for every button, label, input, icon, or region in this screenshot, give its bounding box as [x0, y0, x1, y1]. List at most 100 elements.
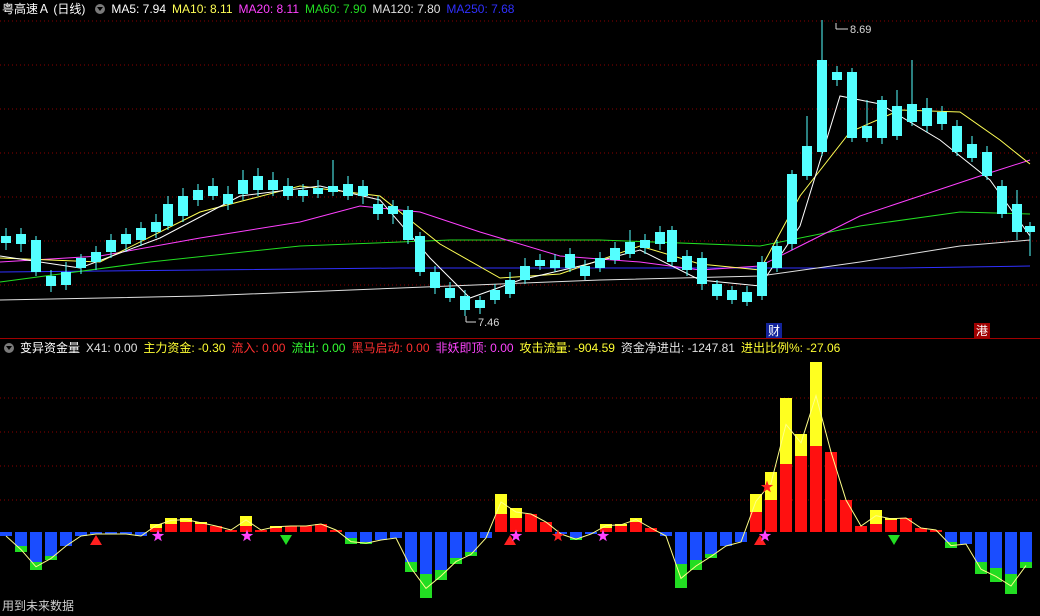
outflow-bar [990, 532, 1002, 568]
candle-body-down [460, 296, 470, 310]
ma-legend-item: MA250: 7.68 [446, 2, 515, 16]
outflow-bar [360, 532, 372, 542]
outflow-extra-bar [30, 562, 42, 570]
down-triangle-signal [280, 535, 292, 545]
ma-line [0, 109, 1031, 279]
candle-body-down [640, 240, 650, 248]
outflow-bar [1020, 532, 1032, 562]
inflow-bar [870, 524, 882, 532]
candle-body-down [328, 186, 338, 192]
candle-body-down [445, 288, 455, 298]
ma-legend-item: MA60: 7.90 [305, 2, 367, 16]
outflow-bar [945, 532, 957, 542]
candle-body-down [610, 248, 620, 260]
outflow-bar [1005, 532, 1017, 574]
outflow-bar [375, 532, 387, 540]
candle-body-down [667, 230, 677, 262]
candle-body-down [1025, 226, 1035, 232]
stock-title[interactable]: 粤高速Ａ (日线) [2, 2, 85, 16]
indicator-legend-item: 资金净进出: -1247.81 [620, 341, 735, 355]
outflow-bar [735, 532, 747, 542]
cai-marker[interactable]: 财 [768, 324, 780, 338]
grid-lines [0, 20, 1040, 501]
indicator-legend-item: X41: 0.00 [86, 341, 138, 355]
candle-body-down [1012, 204, 1022, 232]
outflow-bar [705, 532, 717, 554]
chart-canvas: 8.69 7.46 财 港 [0, 20, 1040, 598]
inflow-bar [285, 526, 297, 532]
indicator-legend-item: 流出: 0.00 [291, 341, 346, 355]
candle-body-down [727, 290, 737, 300]
ma-legend-item: MA5: 7.94 [111, 2, 167, 16]
indicator-legend-item: 黑马启动: 0.00 [351, 341, 430, 355]
outflow-bar [30, 532, 42, 562]
inflow-bar [750, 512, 762, 532]
down-triangle-signal [888, 535, 900, 545]
indicator-legend-item: 流入: 0.00 [231, 341, 286, 355]
candle-body-down [817, 60, 827, 152]
candle-body-down [238, 180, 248, 194]
indicator-dropdown-icon[interactable] [4, 342, 14, 353]
indicator-legend-item: 主力资金: -0.30 [143, 341, 226, 355]
gang-marker[interactable]: 港 [976, 324, 988, 338]
candle-body-down [520, 266, 530, 280]
candle-body-down [625, 242, 635, 254]
settings-dropdown-icon[interactable] [95, 3, 106, 14]
candle-body-down [343, 184, 353, 196]
candle-body-down [997, 186, 1007, 214]
candle-body-down [550, 260, 560, 268]
candle-body-down [121, 234, 131, 244]
up-triangle-signal [90, 535, 102, 545]
candle-body-down [283, 186, 293, 196]
inflow-bar [540, 522, 552, 532]
candle-body-down [61, 272, 71, 285]
inflow-bar [795, 456, 807, 532]
outflow-bar [45, 532, 57, 556]
outflow-bar [390, 532, 402, 538]
inflow-bar [240, 526, 252, 532]
inflow-bar [840, 500, 852, 532]
outflow-bar [675, 532, 687, 564]
outflow-extra-bar [690, 560, 702, 570]
outflow-extra-bar [450, 558, 462, 564]
candle-body-down [268, 180, 278, 190]
candle-body-down [475, 300, 485, 308]
candle-body-down [877, 100, 887, 138]
candle-body-down [31, 240, 41, 272]
inflow-bar [765, 500, 777, 532]
inflow-bar [195, 524, 207, 532]
ma-legend-item: MA20: 8.11 [238, 2, 299, 16]
moving-average-lines [0, 95, 1031, 301]
attack-bar [240, 516, 252, 526]
inflow-bar [780, 464, 792, 532]
outflow-bar [570, 532, 582, 538]
ma-legend: MA5: 7.94 MA10: 8.11 MA20: 8.11 MA60: 7.90 M… [111, 2, 520, 16]
candle-body-down [742, 292, 752, 302]
outflow-bar [720, 532, 732, 546]
ma-legend-item: MA120: 7.80 [372, 2, 441, 16]
outflow-bar [345, 532, 357, 538]
candle-body-down [847, 72, 857, 138]
candle-body-down [415, 236, 425, 272]
outflow-extra-bar [975, 562, 987, 574]
attack-bar [810, 362, 822, 446]
outflow-bar [975, 532, 987, 562]
inflow-bar [180, 522, 192, 532]
outflow-bar [435, 532, 447, 570]
inflow-bar [885, 520, 897, 532]
candle-body-down [46, 276, 56, 286]
candle-body-down [892, 106, 902, 136]
inflow-bar [630, 522, 642, 532]
indicator-title[interactable]: 变异资金量 [20, 341, 80, 355]
indicator-legend-item: 非妖即顶: 0.00 [435, 341, 514, 355]
candle-body-down [580, 266, 590, 276]
event-markers[interactable]: 财 港 [766, 323, 990, 338]
outflow-extra-bar [1020, 562, 1032, 568]
candle-body-down [403, 210, 413, 240]
candle-body-down [682, 256, 692, 270]
candle-body-down [298, 190, 308, 196]
candle-body-down [787, 174, 797, 244]
attack-bar [780, 398, 792, 464]
attack-bar [165, 518, 177, 524]
candle-body-down [655, 232, 665, 244]
